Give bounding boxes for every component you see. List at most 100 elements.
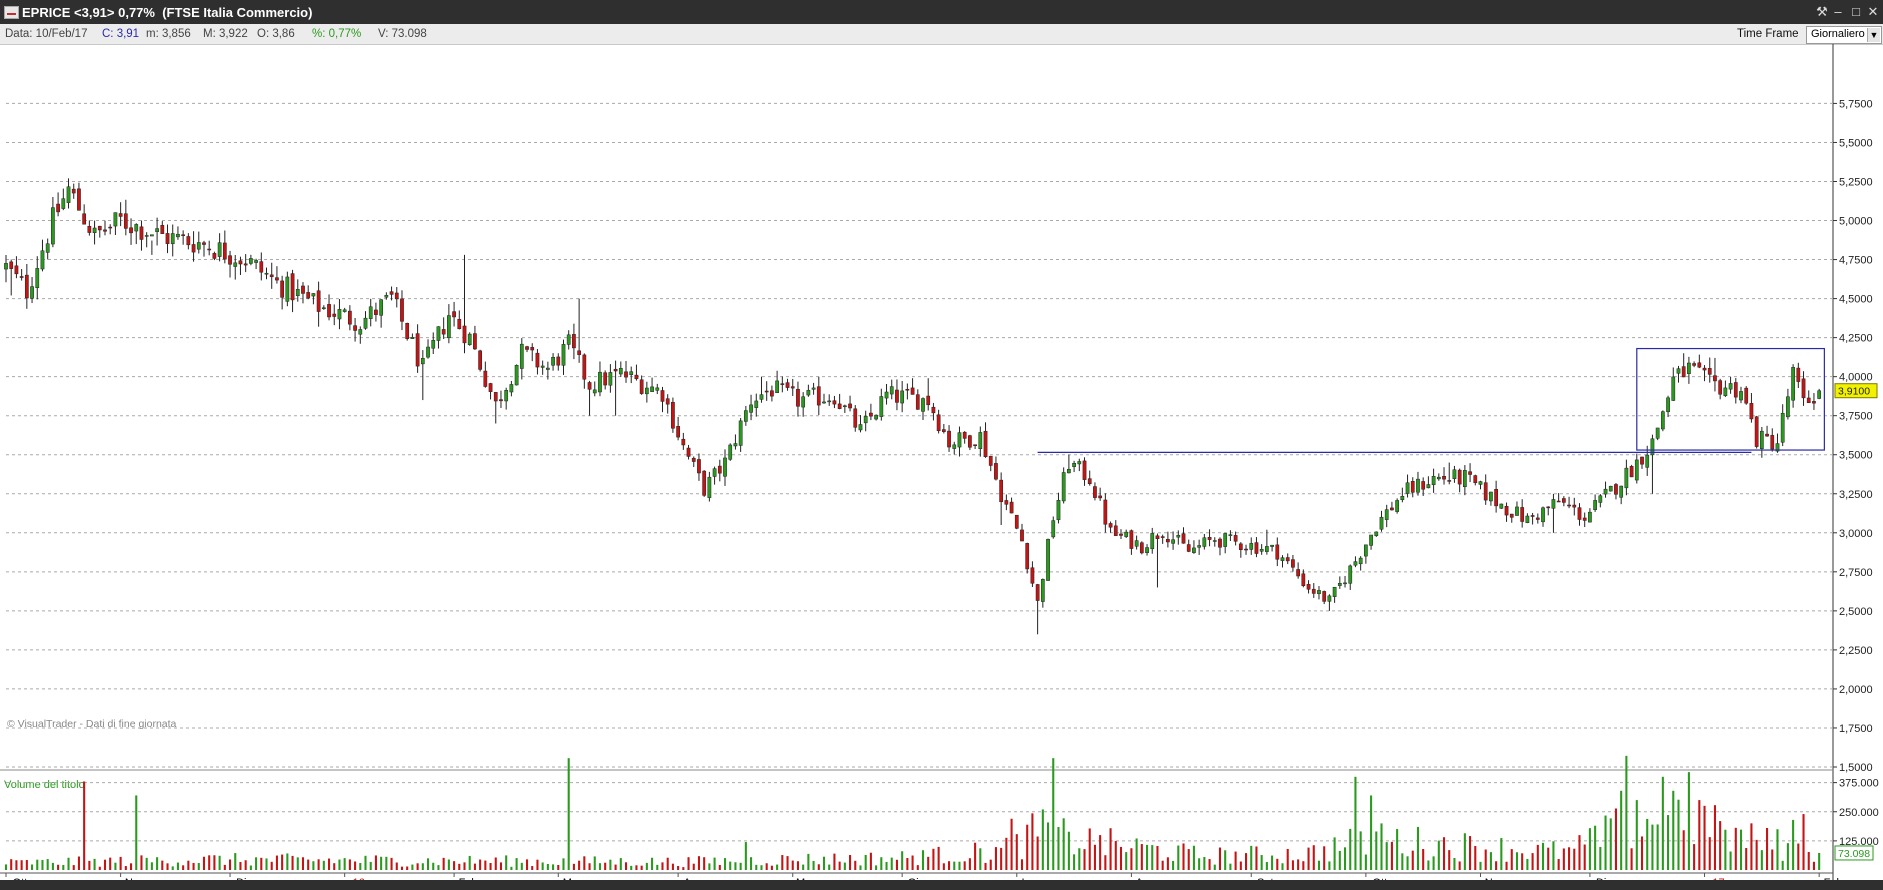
candle-body bbox=[790, 386, 795, 389]
candle-body bbox=[181, 234, 186, 236]
candle-body bbox=[686, 447, 691, 457]
volume-bar bbox=[364, 855, 367, 870]
candle-body bbox=[35, 268, 40, 289]
timeframe-select[interactable]: Giornaliero ▼ bbox=[1806, 26, 1882, 44]
price-tick-label: 2,0000 bbox=[1839, 684, 1873, 696]
volume-bar bbox=[1307, 847, 1310, 870]
candle-body bbox=[1233, 535, 1238, 542]
volume-bar bbox=[380, 856, 383, 870]
close-readout: C: 3,91 bbox=[102, 28, 140, 40]
candle-body bbox=[650, 386, 654, 392]
candle-body bbox=[1067, 468, 1071, 474]
volume-bar bbox=[1432, 856, 1435, 870]
volume-bar bbox=[1354, 776, 1357, 870]
volume-bar bbox=[161, 860, 164, 870]
volume-bar bbox=[1291, 860, 1294, 870]
candle-body bbox=[780, 383, 785, 385]
volume-bar bbox=[489, 862, 492, 870]
candle-body bbox=[275, 277, 279, 281]
candle-body bbox=[394, 292, 399, 300]
volume-bar bbox=[1109, 828, 1112, 870]
candle-body bbox=[691, 457, 696, 462]
volume-bar bbox=[260, 857, 263, 870]
volume-bar bbox=[1151, 845, 1154, 870]
volume-bar bbox=[604, 862, 607, 870]
candle-body bbox=[342, 309, 347, 312]
volume-bar bbox=[348, 859, 351, 870]
wrench-icon[interactable]: ⚒ bbox=[1814, 4, 1830, 20]
candle-body bbox=[639, 379, 644, 394]
volume-bar bbox=[1239, 861, 1242, 870]
volume-bar bbox=[525, 859, 529, 870]
volume-bar bbox=[1557, 859, 1560, 870]
volume-bar bbox=[1286, 848, 1289, 870]
minimize-icon[interactable]: – bbox=[1830, 4, 1846, 20]
candle-body bbox=[947, 430, 951, 448]
candle-body bbox=[634, 374, 639, 380]
volume-bar bbox=[1541, 842, 1545, 870]
restore-icon[interactable]: □ bbox=[1848, 4, 1864, 20]
volume-bar bbox=[171, 866, 174, 870]
volume-bar bbox=[1573, 848, 1576, 870]
candle-body bbox=[45, 243, 50, 253]
volume-bar bbox=[1703, 805, 1706, 870]
volume-bar bbox=[322, 860, 325, 870]
volume-bar bbox=[974, 842, 977, 870]
volume-bar bbox=[1661, 776, 1664, 870]
candle-body bbox=[1655, 427, 1660, 439]
chevron-down-icon[interactable]: ▼ bbox=[1867, 28, 1880, 42]
volume-bar bbox=[275, 855, 278, 870]
candle-body bbox=[519, 343, 524, 369]
close-icon[interactable]: ✕ bbox=[1865, 4, 1881, 20]
bottom-bar bbox=[0, 880, 1883, 890]
volume-bar bbox=[421, 863, 424, 870]
volume-bar bbox=[1745, 848, 1748, 870]
volume-bar bbox=[614, 864, 617, 870]
candle-body bbox=[1004, 500, 1009, 505]
volume-bar bbox=[416, 863, 419, 870]
price-tick-label: 1,5000 bbox=[1839, 762, 1873, 774]
volume-bar bbox=[41, 859, 44, 870]
candle-body bbox=[1212, 540, 1217, 542]
candle-body bbox=[1614, 484, 1618, 495]
volume-bar bbox=[1166, 857, 1169, 870]
candle-body bbox=[19, 276, 24, 278]
volume-bar bbox=[1271, 855, 1274, 870]
candle-body bbox=[1327, 595, 1332, 602]
candle-body bbox=[733, 443, 738, 447]
candle-body bbox=[1749, 403, 1754, 420]
candle-body bbox=[1535, 517, 1540, 520]
price-volume-chart[interactable]: 1,5000 1,7500 2,0000 2,2500 2,5000 2,7500 3,00… bbox=[0, 44, 1883, 880]
volume-bar bbox=[1614, 808, 1618, 870]
volume-bar bbox=[1057, 827, 1060, 870]
candle-body bbox=[384, 295, 389, 298]
candle-body bbox=[499, 399, 503, 402]
volume-bar bbox=[713, 857, 716, 870]
percent-change-readout: %: 0,77% bbox=[312, 28, 362, 40]
volume-bar bbox=[1687, 772, 1690, 870]
volume-bar bbox=[807, 853, 810, 870]
volume-bar bbox=[385, 856, 388, 870]
candle-body bbox=[848, 403, 852, 409]
volume-bar bbox=[1583, 844, 1586, 870]
volume-bar bbox=[937, 846, 940, 870]
volume-bar bbox=[187, 860, 190, 870]
candle-body bbox=[400, 298, 404, 322]
volume-bar bbox=[1531, 853, 1534, 870]
candle-body bbox=[1176, 534, 1181, 538]
volume-bar bbox=[1505, 861, 1508, 870]
volume-bar bbox=[708, 863, 711, 870]
candle-body bbox=[1723, 387, 1728, 397]
candle-body bbox=[1035, 584, 1040, 601]
candle-body bbox=[1812, 401, 1816, 404]
candle-body bbox=[327, 304, 331, 318]
candle-body bbox=[196, 242, 201, 250]
candle-body bbox=[884, 391, 889, 399]
volume-bar bbox=[661, 862, 664, 870]
candle-body bbox=[1624, 467, 1629, 489]
candle-body bbox=[420, 358, 425, 365]
volume-bar bbox=[62, 864, 65, 870]
volume-bar bbox=[1119, 846, 1123, 870]
volume-bar bbox=[166, 863, 169, 870]
volume-bar bbox=[1453, 858, 1456, 870]
